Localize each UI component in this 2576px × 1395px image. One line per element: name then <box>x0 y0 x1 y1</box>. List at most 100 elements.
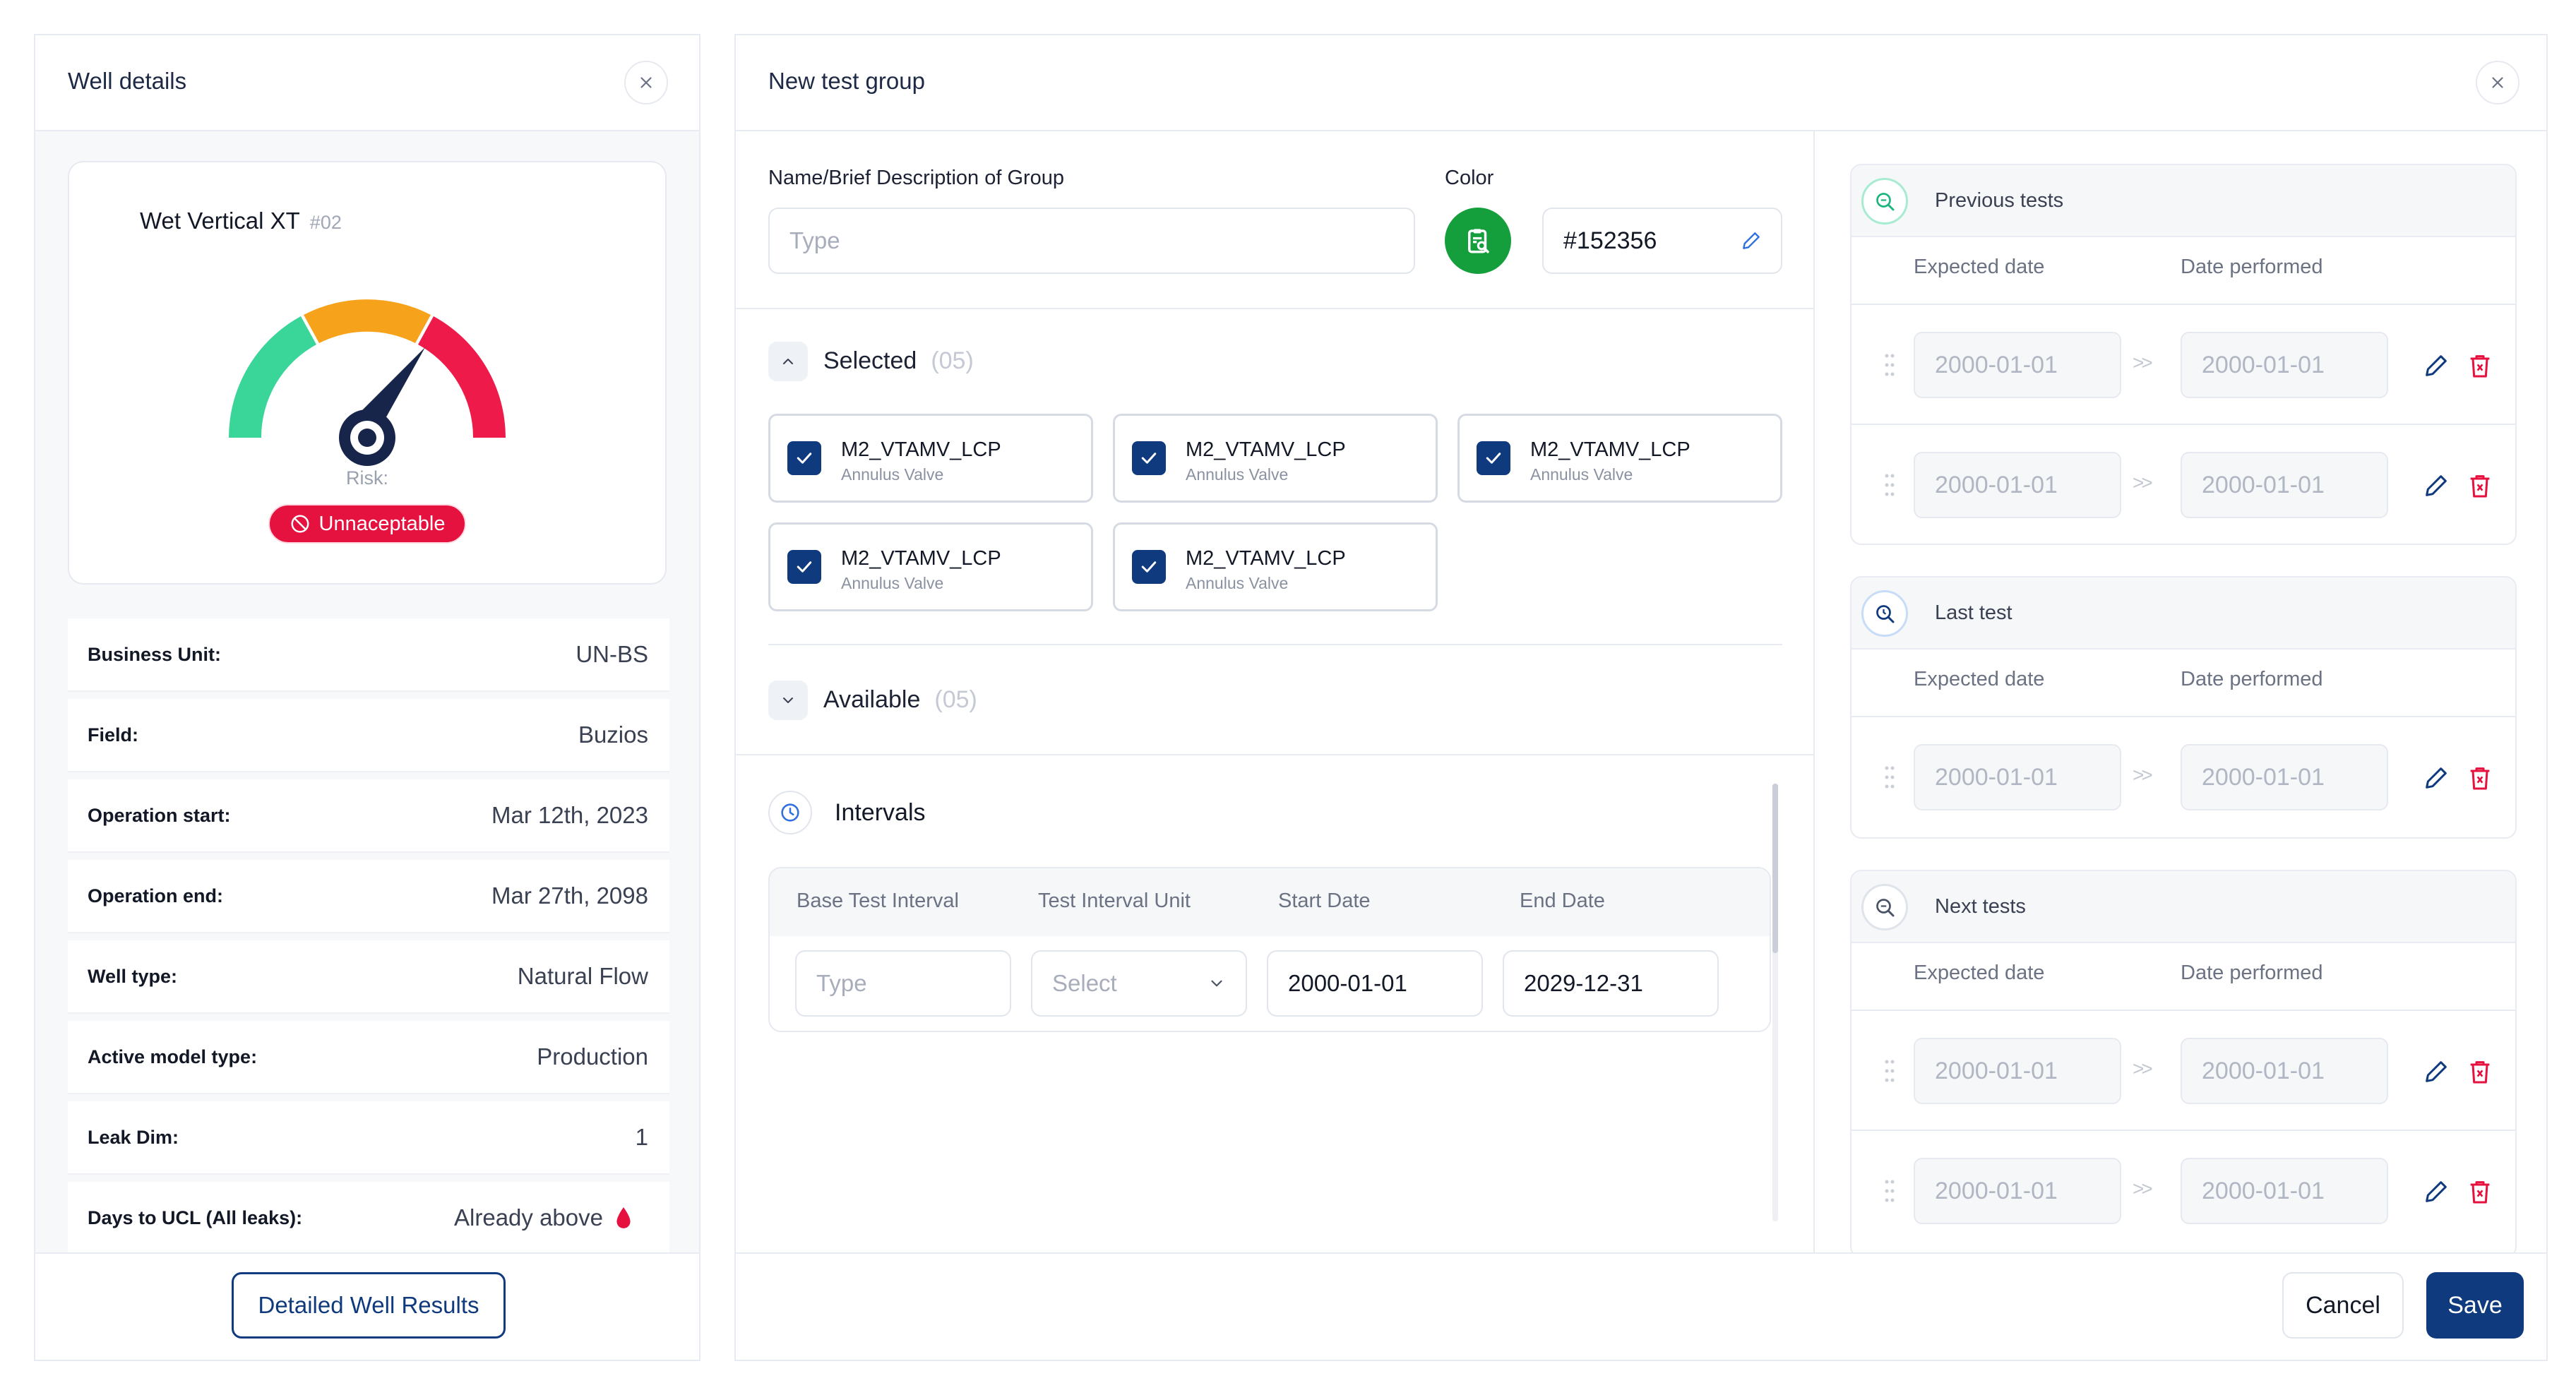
edit-icon[interactable] <box>2422 1178 2450 1206</box>
drop-icon <box>616 1207 631 1228</box>
info-label: Operation start: <box>88 804 231 826</box>
performed-date-field[interactable]: 2000-01-01 <box>2181 332 2388 398</box>
next-tests-header: Next tests <box>1852 871 2515 943</box>
drag-handle-icon[interactable] <box>1884 1059 1895 1083</box>
group-name-input[interactable]: Type <box>768 208 1415 274</box>
color-swatch-button[interactable] <box>1445 208 1511 274</box>
edit-icon[interactable] <box>2422 1058 2450 1086</box>
valve-name: M2_VTAMV_LCP <box>1530 438 1690 461</box>
drag-handle-icon[interactable] <box>1884 473 1895 497</box>
info-row-operation-start: Operation start: Mar 12th, 2023 <box>68 779 669 853</box>
well-details-header: Well details <box>35 35 699 131</box>
pencil-icon[interactable] <box>1740 229 1763 252</box>
valve-card[interactable]: M2_VTAMV_LCP Annulus Valve <box>1113 522 1438 611</box>
gauge-segment-high <box>418 316 506 438</box>
info-label: Active model type: <box>88 1046 258 1067</box>
cancel-button[interactable]: Cancel <box>2282 1272 2404 1339</box>
chevron-up-icon <box>783 359 793 364</box>
start-date-input[interactable]: 2000-01-01 <box>1267 950 1483 1017</box>
well-name: Wet Vertical XT #02 <box>140 208 342 234</box>
delete-icon[interactable] <box>2466 352 2494 380</box>
well-details-footer: Detailed Well Results <box>35 1252 699 1360</box>
valve-checkbox[interactable] <box>787 441 821 475</box>
well-details-panel: Well details Wet Vertical XT #02 Risk: Un… <box>34 34 700 1361</box>
arrow-separator: >> <box>2133 1058 2153 1079</box>
edit-icon[interactable] <box>2422 352 2450 380</box>
new-test-group-title: New test group <box>768 68 925 94</box>
risk-gauge-card: Wet Vertical XT #02 Risk: Unnaceptable <box>68 161 667 585</box>
test-row: 2000-01-01 >> 2000-01-01 <box>1852 1010 2515 1130</box>
detailed-well-results-button[interactable]: Detailed Well Results <box>232 1272 506 1339</box>
close-new-test-group-button[interactable] <box>2476 61 2520 104</box>
test-row: 2000-01-01 >> 2000-01-01 <box>1852 424 2515 544</box>
arrow-separator: >> <box>2133 1178 2153 1199</box>
scrollbar-thumb[interactable] <box>1772 784 1778 953</box>
column-header: Test Interval Unit <box>1038 890 1191 912</box>
collapse-selected-button[interactable] <box>768 342 808 381</box>
gauge-segment-low <box>229 316 316 438</box>
valve-checkbox[interactable] <box>1477 441 1510 475</box>
chevron-down-icon <box>1211 980 1222 987</box>
divider <box>768 644 1782 645</box>
check-icon <box>797 453 812 464</box>
date-performed-header: Date performed <box>2181 668 2323 690</box>
edit-icon[interactable] <box>2422 472 2450 500</box>
delete-icon[interactable] <box>2466 1058 2494 1086</box>
close-well-details-button[interactable] <box>624 61 668 104</box>
info-value: Production <box>537 1043 648 1070</box>
selected-group-heading: Selected (05) <box>823 347 974 374</box>
valve-type: Annulus Valve <box>1186 465 1289 484</box>
expand-available-button[interactable] <box>768 681 808 720</box>
expected-date-field[interactable]: 2000-01-01 <box>1914 1158 2121 1224</box>
prohibited-icon <box>291 515 309 533</box>
expected-date-field[interactable]: 2000-01-01 <box>1914 1038 2121 1104</box>
interval-unit-select[interactable]: Select <box>1031 950 1247 1017</box>
valve-card[interactable]: M2_VTAMV_LCP Annulus Valve <box>1457 414 1782 503</box>
performed-date-field[interactable]: 2000-01-01 <box>2181 744 2388 810</box>
risk-status-text: Unnaceptable <box>318 512 446 535</box>
divider <box>736 308 1813 309</box>
info-label: Well type: <box>88 965 178 987</box>
well-details-title: Well details <box>68 68 187 94</box>
performed-date-field[interactable]: 2000-01-01 <box>2181 452 2388 518</box>
valve-checkbox[interactable] <box>1132 441 1166 475</box>
save-button[interactable]: Save <box>2426 1272 2524 1339</box>
new-test-group-header: New test group <box>736 35 2546 131</box>
expected-date-header: Expected date <box>1914 962 2045 984</box>
valve-checkbox[interactable] <box>1132 550 1166 584</box>
last-test-card: Last test Expected date Date performed 2… <box>1850 576 2517 839</box>
delete-icon[interactable] <box>2466 764 2494 792</box>
delete-icon[interactable] <box>2466 1178 2494 1206</box>
valve-checkbox[interactable] <box>787 550 821 584</box>
info-value: Buzios <box>578 722 648 748</box>
last-test-header: Last test <box>1852 577 2515 649</box>
valve-name: M2_VTAMV_LCP <box>841 547 1001 570</box>
expected-date-field[interactable]: 2000-01-01 <box>1914 452 2121 518</box>
delete-icon[interactable] <box>2466 472 2494 500</box>
edit-icon[interactable] <box>2422 764 2450 792</box>
info-label: Business Unit: <box>88 643 222 665</box>
valve-name: M2_VTAMV_LCP <box>841 438 1001 461</box>
well-code: #02 <box>309 212 342 233</box>
valve-card[interactable]: M2_VTAMV_LCP Annulus Valve <box>768 414 1093 503</box>
end-date-input[interactable]: 2029-12-31 <box>1503 950 1719 1017</box>
drag-handle-icon[interactable] <box>1884 765 1895 789</box>
expected-date-field[interactable]: 2000-01-01 <box>1914 332 2121 398</box>
column-divider <box>1813 131 1815 1258</box>
group-name-label: Name/Brief Description of Group <box>768 167 1065 189</box>
date-performed-header: Date performed <box>2181 256 2323 278</box>
drag-handle-icon[interactable] <box>1884 353 1895 377</box>
valve-type: Annulus Valve <box>841 465 944 484</box>
drag-handle-icon[interactable] <box>1884 1179 1895 1203</box>
performed-date-field[interactable]: 2000-01-01 <box>2181 1158 2388 1224</box>
performed-date-field[interactable]: 2000-01-01 <box>2181 1038 2388 1104</box>
valve-card[interactable]: M2_VTAMV_LCP Annulus Valve <box>1113 414 1438 503</box>
color-hex-input[interactable]: #152356 <box>1542 208 1782 274</box>
info-value: Already above <box>454 1204 648 1231</box>
column-header: Base Test Interval <box>797 890 959 912</box>
base-interval-input[interactable]: Type <box>795 950 1011 1017</box>
valve-card[interactable]: M2_VTAMV_LCP Annulus Valve <box>768 522 1093 611</box>
scrollbar[interactable] <box>1772 784 1778 1221</box>
expected-date-field[interactable]: 2000-01-01 <box>1914 744 2121 810</box>
risk-gauge <box>229 299 506 466</box>
